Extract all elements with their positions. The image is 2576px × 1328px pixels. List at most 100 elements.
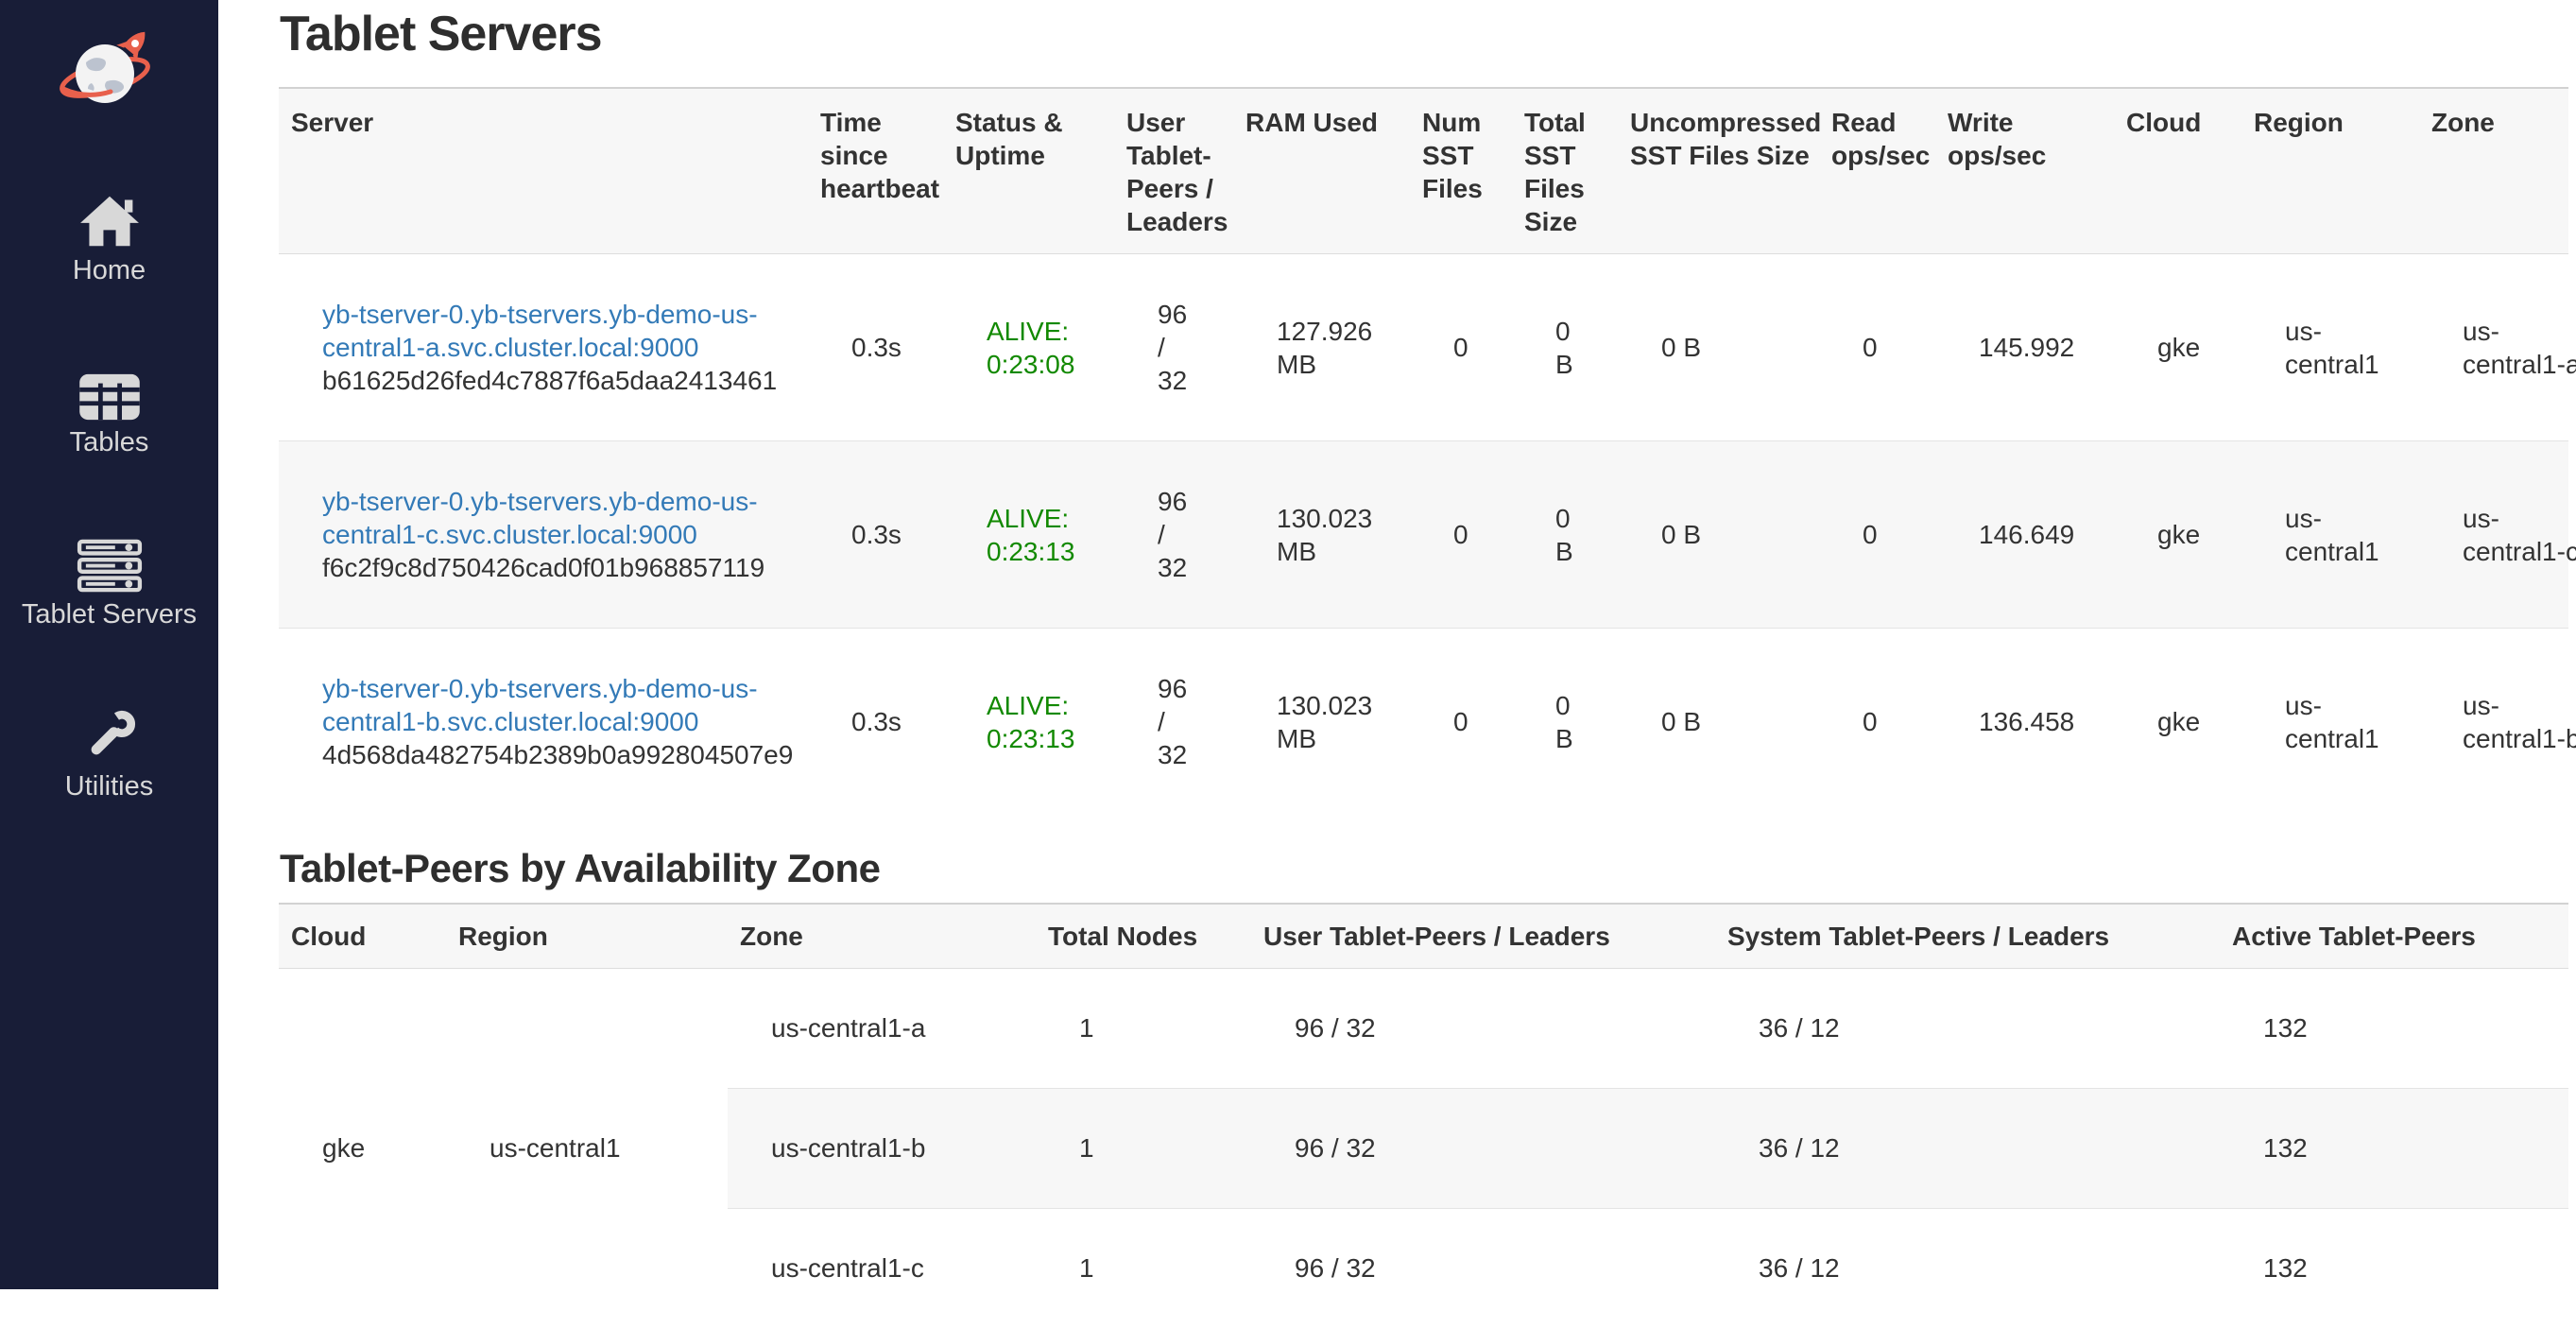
col-header-zone: Zone bbox=[728, 904, 1036, 969]
ram-cell: 130.023 MB bbox=[1233, 629, 1410, 816]
heartbeat-cell: 0.3s bbox=[808, 441, 943, 629]
read-ops-cell: 0 bbox=[1819, 441, 1935, 629]
col-header-user-peers: User Tablet-Peers / Leaders bbox=[1251, 904, 1715, 969]
num-sst-cell: 0 bbox=[1410, 254, 1512, 441]
az-region-cell: us-central1 bbox=[446, 968, 728, 1328]
server-uuid: 4d568da482754b2389b0a992804507e9 bbox=[322, 738, 800, 771]
user-tablets-cell: 96 / 32 bbox=[1114, 629, 1233, 816]
user-tablets-cell: 96 / 32 bbox=[1114, 254, 1233, 441]
read-ops-cell: 0 bbox=[1819, 629, 1935, 816]
home-icon bbox=[78, 189, 141, 250]
az-system-cell: 36 / 12 bbox=[1715, 968, 2220, 1088]
col-header-region: Region bbox=[2241, 88, 2419, 254]
write-ops-cell: 146.649 bbox=[1935, 441, 2114, 629]
sidebar-item-tablet-servers[interactable]: Tablet Servers bbox=[0, 533, 218, 631]
col-header-cloud: Cloud bbox=[279, 904, 446, 969]
az-zone-cell: us-central1-c bbox=[728, 1208, 1036, 1328]
servers-icon bbox=[77, 533, 143, 594]
az-user-cell: 96 / 32 bbox=[1251, 968, 1715, 1088]
col-header-user-tablets: User Tablet-Peers / Leaders bbox=[1114, 88, 1233, 254]
sidebar-item-home[interactable]: Home bbox=[0, 189, 218, 287]
app-window: Home Tables bbox=[0, 0, 2576, 1289]
az-active-cell: 132 bbox=[2220, 968, 2568, 1088]
region-cell: us-central1 bbox=[2241, 629, 2419, 816]
az-nodes-cell: 1 bbox=[1036, 1088, 1251, 1208]
server-link[interactable]: yb-tserver-0.yb-tservers.yb-demo-us-cent… bbox=[322, 333, 799, 362]
zone-cell: us-central1-c bbox=[2419, 441, 2568, 629]
col-header-total-sst: Total SST Files Size bbox=[1512, 88, 1618, 254]
col-header-system-peers: System Tablet-Peers / Leaders bbox=[1715, 904, 2220, 969]
col-header-write-ops: Write ops/sec bbox=[1935, 88, 2114, 254]
zone-cell: us-central1-b bbox=[2419, 629, 2568, 816]
server-uuid: b61625d26fed4c7887f6a5daa2413461 bbox=[322, 364, 800, 397]
yugabyte-logo-icon bbox=[58, 26, 162, 117]
status-badge: ALIVE: 0:23:13 bbox=[943, 629, 1114, 816]
server-link[interactable]: yb-tserver-0.yb-tservers.yb-demo-us-cent… bbox=[322, 707, 799, 736]
read-ops-cell: 0 bbox=[1819, 254, 1935, 441]
col-header-status: Status & Uptime bbox=[943, 88, 1114, 254]
col-header-total-nodes: Total Nodes bbox=[1036, 904, 1251, 969]
uncompressed-sst-cell: 0 B bbox=[1618, 441, 1819, 629]
sidebar-item-tables[interactable]: Tables bbox=[0, 361, 218, 459]
sidebar-item-utilities[interactable]: Utilities bbox=[0, 705, 218, 803]
cloud-cell: gke bbox=[2114, 254, 2241, 441]
col-header-ram: RAM Used bbox=[1233, 88, 1410, 254]
table-row: yb-tserver-0.yb-tservers.yb-demo-us-cent… bbox=[279, 629, 2568, 816]
sidebar-nav: Home Tables bbox=[0, 189, 218, 877]
az-user-cell: 96 / 32 bbox=[1251, 1088, 1715, 1208]
col-header-active-peers: Active Tablet-Peers bbox=[2220, 904, 2568, 969]
az-cloud-cell: gke bbox=[279, 968, 446, 1328]
col-header-num-sst: Num SST Files bbox=[1410, 88, 1512, 254]
page-title: Tablet Servers bbox=[280, 6, 2568, 62]
az-system-cell: 36 / 12 bbox=[1715, 1208, 2220, 1328]
wrench-icon bbox=[80, 705, 139, 766]
uncompressed-sst-cell: 0 B bbox=[1618, 629, 1819, 816]
server-link[interactable]: yb-tserver-0.yb-tservers.yb-demo-us-cent… bbox=[322, 520, 799, 549]
cloud-cell: gke bbox=[2114, 441, 2241, 629]
uncompressed-sst-cell: 0 B bbox=[1618, 254, 1819, 441]
az-header-row: Cloud Region Zone Total Nodes User Table… bbox=[279, 904, 2568, 969]
status-badge: ALIVE: 0:23:13 bbox=[943, 441, 1114, 629]
col-header-cloud: Cloud bbox=[2114, 88, 2241, 254]
heartbeat-cell: 0.3s bbox=[808, 254, 943, 441]
yugabyte-logo[interactable] bbox=[58, 26, 162, 117]
az-active-cell: 132 bbox=[2220, 1088, 2568, 1208]
tablet-servers-table: Server Time since heartbeat Status & Upt… bbox=[279, 87, 2568, 816]
cloud-cell: gke bbox=[2114, 629, 2241, 816]
status-badge: ALIVE: 0:23:08 bbox=[943, 254, 1114, 441]
sidebar-item-label: Tables bbox=[70, 425, 149, 459]
write-ops-cell: 145.992 bbox=[1935, 254, 2114, 441]
col-header-zone: Zone bbox=[2419, 88, 2568, 254]
server-cell: yb-tserver-0.yb-tservers.yb-demo-us-cent… bbox=[279, 629, 808, 816]
sidebar-item-label: Tablet Servers bbox=[22, 597, 197, 631]
az-zone-cell: us-central1-a bbox=[728, 968, 1036, 1088]
table-row: yb-tserver-0.yb-tservers.yb-demo-us-cent… bbox=[279, 441, 2568, 629]
main-content: Tablet Servers Server Time since heartbe… bbox=[218, 0, 2576, 1289]
server-cell: yb-tserver-0.yb-tservers.yb-demo-us-cent… bbox=[279, 254, 808, 441]
num-sst-cell: 0 bbox=[1410, 629, 1512, 816]
total-sst-cell: 0 B bbox=[1512, 629, 1618, 816]
sidebar-item-label: Utilities bbox=[65, 769, 153, 803]
az-nodes-cell: 1 bbox=[1036, 968, 1251, 1088]
col-header-read-ops: Read ops/sec bbox=[1819, 88, 1935, 254]
num-sst-cell: 0 bbox=[1410, 441, 1512, 629]
user-tablets-cell: 96 / 32 bbox=[1114, 441, 1233, 629]
az-system-cell: 36 / 12 bbox=[1715, 1088, 2220, 1208]
total-sst-cell: 0 B bbox=[1512, 254, 1618, 441]
table-row: yb-tserver-0.yb-tservers.yb-demo-us-cent… bbox=[279, 254, 2568, 441]
region-cell: us-central1 bbox=[2241, 441, 2419, 629]
az-active-cell: 132 bbox=[2220, 1208, 2568, 1328]
ram-cell: 130.023 MB bbox=[1233, 441, 1410, 629]
az-nodes-cell: 1 bbox=[1036, 1208, 1251, 1328]
server-cell: yb-tserver-0.yb-tservers.yb-demo-us-cent… bbox=[279, 441, 808, 629]
table-row: gke us-central1 us-central1-a 1 96 / 32 … bbox=[279, 968, 2568, 1088]
tablet-servers-header-row: Server Time since heartbeat Status & Upt… bbox=[279, 88, 2568, 254]
col-header-region: Region bbox=[446, 904, 728, 969]
server-uuid: f6c2f9c8d750426cad0f01b968857119 bbox=[322, 551, 800, 584]
col-header-server: Server bbox=[279, 88, 808, 254]
az-user-cell: 96 / 32 bbox=[1251, 1208, 1715, 1328]
section-title-az: Tablet-Peers by Availability Zone bbox=[280, 846, 2568, 903]
ram-cell: 127.926 MB bbox=[1233, 254, 1410, 441]
az-table: Cloud Region Zone Total Nodes User Table… bbox=[279, 903, 2568, 1328]
sidebar: Home Tables bbox=[0, 0, 218, 1289]
